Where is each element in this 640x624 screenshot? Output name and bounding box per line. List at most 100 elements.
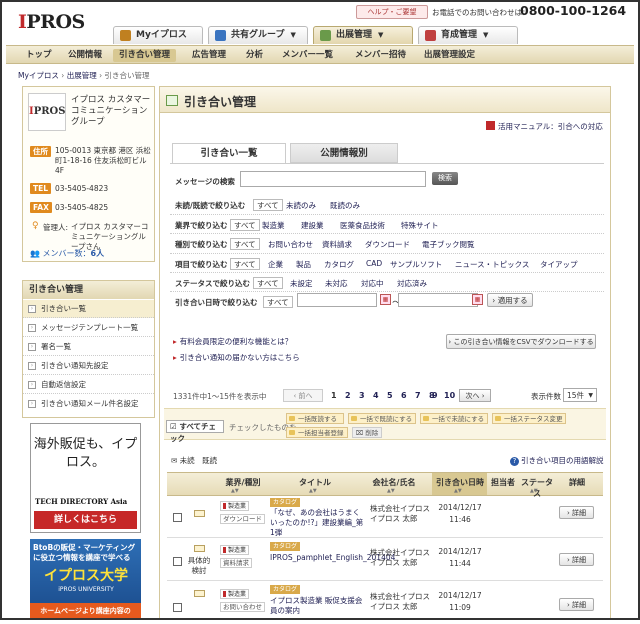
- next-page-button[interactable]: 次へ ›: [459, 389, 491, 402]
- page-3[interactable]: 3: [359, 391, 365, 400]
- filter-item-cad[interactable]: CAD: [366, 259, 382, 268]
- filter-item-tieup[interactable]: タイアップ: [540, 259, 578, 270]
- filter-industry-special[interactable]: 特殊サイト: [401, 220, 439, 231]
- side-menu-notify-dest[interactable]: › 引き合い通知先設定: [23, 357, 154, 375]
- glossary-link[interactable]: ? 引き合い項目の用語解説: [510, 455, 604, 466]
- detail-button[interactable]: › 詳細: [559, 506, 594, 519]
- bulk-set-read-button[interactable]: 一括で既読にする: [348, 413, 416, 424]
- side-menu-inquiry-list[interactable]: › 引き合い一覧: [23, 300, 154, 318]
- nav-settings[interactable]: 出展管理設定: [424, 49, 475, 62]
- col-assignee[interactable]: 担当者: [489, 477, 517, 488]
- csv-download-button[interactable]: › この引き合い情報をCSVでダウンロードする: [446, 334, 596, 349]
- date-from-input[interactable]: [297, 293, 377, 307]
- company-name[interactable]: イプロス カスタマーコミュニケーショングループ: [71, 95, 151, 128]
- detail-button[interactable]: › 詳細: [559, 598, 594, 611]
- filter-industry-construction[interactable]: 建設業: [301, 220, 324, 231]
- filter-date-all[interactable]: すべて: [263, 296, 293, 308]
- nav-top[interactable]: トップ: [26, 49, 52, 62]
- filter-item-sample[interactable]: サンプルソフト: [390, 259, 442, 270]
- nav-ads[interactable]: 広告管理: [192, 49, 226, 62]
- row-checkbox[interactable]: [173, 557, 182, 566]
- filter-type-request[interactable]: 資料請求: [322, 239, 352, 250]
- filter-item-all[interactable]: すべて: [230, 258, 260, 270]
- tab-by-public-info[interactable]: 公開情報別: [290, 143, 398, 163]
- sort-icon[interactable]: ▲▼: [387, 488, 395, 494]
- page-5[interactable]: 5: [387, 391, 393, 400]
- filter-item-company[interactable]: 企業: [268, 259, 283, 270]
- ad1-more-button[interactable]: 詳しくはこちら: [34, 511, 137, 529]
- apply-button[interactable]: › 適用する: [487, 293, 533, 307]
- sort-icon[interactable]: ▲▼: [231, 488, 239, 494]
- notification-help-link[interactable]: ▸ 引き合い通知の届かない方はこちら: [173, 352, 300, 363]
- filter-type-inquiry[interactable]: お問い合わせ: [268, 239, 313, 250]
- row-checkbox[interactable]: [173, 603, 182, 612]
- sort-icon[interactable]: ▲▼: [309, 488, 317, 494]
- sort-icon[interactable]: ▲▼: [530, 488, 538, 494]
- global-tab-growth[interactable]: 育成管理 ▼: [418, 26, 518, 44]
- filter-status-all[interactable]: すべて: [253, 277, 283, 289]
- breadcrumb-exhibit[interactable]: 出展管理: [67, 71, 97, 80]
- page-9[interactable]: 9: [432, 391, 438, 400]
- delete-button[interactable]: ⌧ 削除: [352, 427, 382, 438]
- page-2[interactable]: 2: [345, 391, 351, 400]
- sort-icon[interactable]: ▲▼: [454, 488, 462, 494]
- filter-item-news[interactable]: ニュース・トピックス: [455, 259, 529, 270]
- row-title[interactable]: 「なぜ、あの会社はうまくいったのか!?」建設業編_第1弾: [270, 508, 364, 538]
- ipros-logo[interactable]: IPROS: [18, 11, 85, 33]
- detail-button[interactable]: › 詳細: [559, 553, 594, 566]
- col-date[interactable]: 引き合い日時: [434, 477, 486, 488]
- filter-type-download[interactable]: ダウンロード: [365, 239, 410, 250]
- row-checkbox[interactable]: [173, 513, 182, 522]
- filter-read-read[interactable]: 既読のみ: [330, 200, 360, 211]
- col-title[interactable]: タイトル: [275, 477, 355, 488]
- bulk-status-button[interactable]: 一括ステータス変更: [492, 413, 566, 424]
- page-6[interactable]: 6: [401, 391, 407, 400]
- filter-read-unread[interactable]: 未読のみ: [286, 200, 316, 211]
- side-menu-auto-reply[interactable]: › 自動返信設定: [23, 376, 154, 394]
- check-all-button[interactable]: ☑ すべてチェック: [166, 420, 224, 443]
- page-1[interactable]: 1: [331, 391, 337, 400]
- calendar-icon[interactable]: ▦: [380, 294, 391, 305]
- nav-public-info[interactable]: 公開情報: [68, 49, 102, 62]
- filter-status-untouched[interactable]: 未対応: [325, 278, 348, 289]
- bulk-mark-read-button[interactable]: 一括既読する: [286, 413, 344, 424]
- global-tab-exhibit[interactable]: 出展管理 ▼: [313, 26, 413, 44]
- search-button[interactable]: 検索: [432, 172, 458, 185]
- global-tab-mypros[interactable]: Myイプロス: [113, 26, 203, 44]
- filter-item-product[interactable]: 製品: [296, 259, 311, 270]
- bulk-assign-button[interactable]: 一括担当者登録: [286, 427, 348, 438]
- help-button[interactable]: ヘルプ・ご要望: [356, 5, 428, 19]
- side-menu-templates[interactable]: › メッセージテンプレート一覧: [23, 319, 154, 337]
- filter-type-ebook[interactable]: 電子ブック閲覧: [422, 239, 475, 250]
- col-industry[interactable]: 業界/種別: [221, 477, 265, 488]
- nav-invite[interactable]: メンバー招待: [355, 49, 406, 62]
- col-company[interactable]: 会社名/氏名: [364, 477, 424, 488]
- nav-analytics[interactable]: 分析: [246, 49, 263, 62]
- bulk-set-unread-button[interactable]: 一括で未読にする: [420, 413, 488, 424]
- side-menu-signatures[interactable]: › 署名一覧: [23, 338, 154, 356]
- filter-industry-mfg[interactable]: 製造業: [262, 220, 285, 231]
- tab-inquiry-list[interactable]: 引き合い一覧: [172, 143, 286, 164]
- premium-features-link[interactable]: ▸ 有料会員限定の便利な機能とは？: [173, 336, 292, 347]
- row-title[interactable]: IPROS_pamphlet_English_201404: [270, 553, 395, 563]
- filter-type-all[interactable]: すべて: [230, 238, 260, 250]
- breadcrumb-mypros[interactable]: Myイプロス: [18, 71, 59, 80]
- global-tab-group[interactable]: 共有グループ ▼: [208, 26, 308, 44]
- page-7[interactable]: 7: [415, 391, 421, 400]
- filter-status-done[interactable]: 対応済み: [397, 278, 427, 289]
- per-page-select[interactable]: 15件 ▼: [563, 388, 597, 402]
- page-10[interactable]: 10: [444, 391, 455, 400]
- filter-status-unset[interactable]: 未設定: [290, 278, 313, 289]
- calendar-icon[interactable]: ▦: [472, 294, 483, 305]
- filter-item-catalog[interactable]: カタログ: [324, 259, 354, 270]
- date-to-input[interactable]: [398, 293, 478, 307]
- nav-members[interactable]: メンバー一覧: [282, 49, 333, 62]
- page-4[interactable]: 4: [373, 391, 379, 400]
- filter-status-inprogress[interactable]: 対応中: [361, 278, 384, 289]
- manual-link[interactable]: 活用マニュアル：引合への対応: [486, 121, 603, 132]
- search-input[interactable]: [240, 171, 426, 187]
- nav-inquiry[interactable]: 引き合い管理: [113, 49, 177, 62]
- row-title[interactable]: イプロス製造業 販促支援会員の案内: [270, 596, 364, 616]
- member-count[interactable]: 👥 メンバー数：6人: [30, 248, 104, 259]
- side-menu-mail-subject[interactable]: › 引き合い通知メール件名設定: [23, 395, 154, 413]
